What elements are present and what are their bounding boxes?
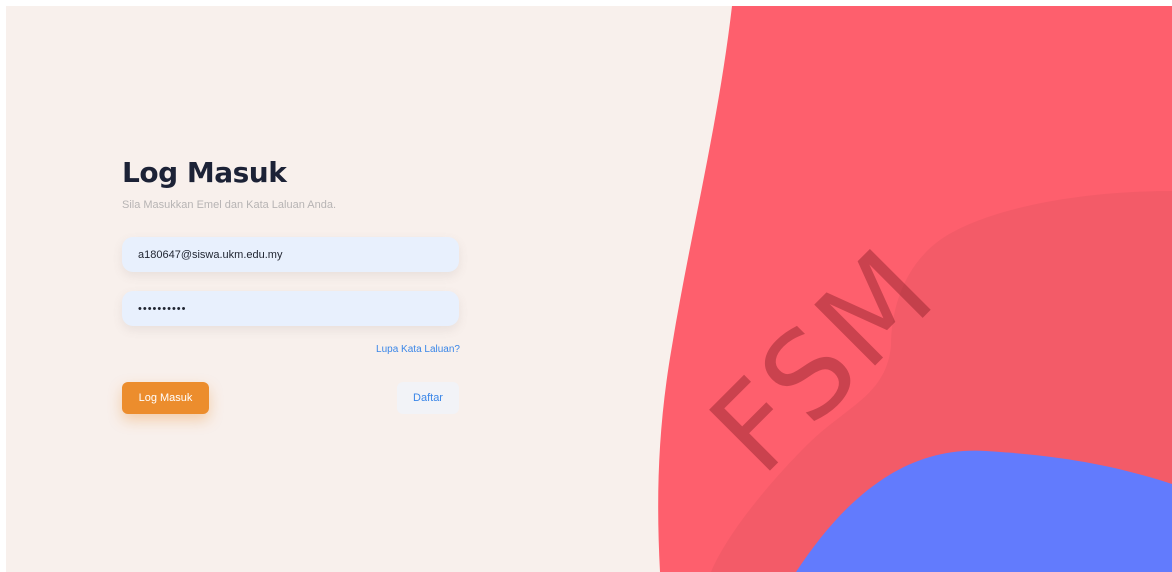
login-form: Log Masuk Sila Masukkan Emel dan Kata La… [122, 156, 460, 414]
page-subtitle: Sila Masukkan Emel dan Kata Laluan Anda. [122, 199, 337, 211]
password-field[interactable] [122, 291, 459, 326]
login-button[interactable]: Log Masuk [122, 382, 209, 414]
forgot-password-link[interactable]: Lupa Kata Laluan? [376, 344, 460, 355]
register-button[interactable]: Daftar [397, 382, 459, 414]
email-field[interactable] [122, 237, 459, 272]
decorative-background-shapes [658, 6, 1172, 572]
page-title: Log Masuk [122, 156, 287, 189]
login-page: FSM Log Masuk Sila Masukkan Emel dan Kat… [6, 6, 1172, 572]
